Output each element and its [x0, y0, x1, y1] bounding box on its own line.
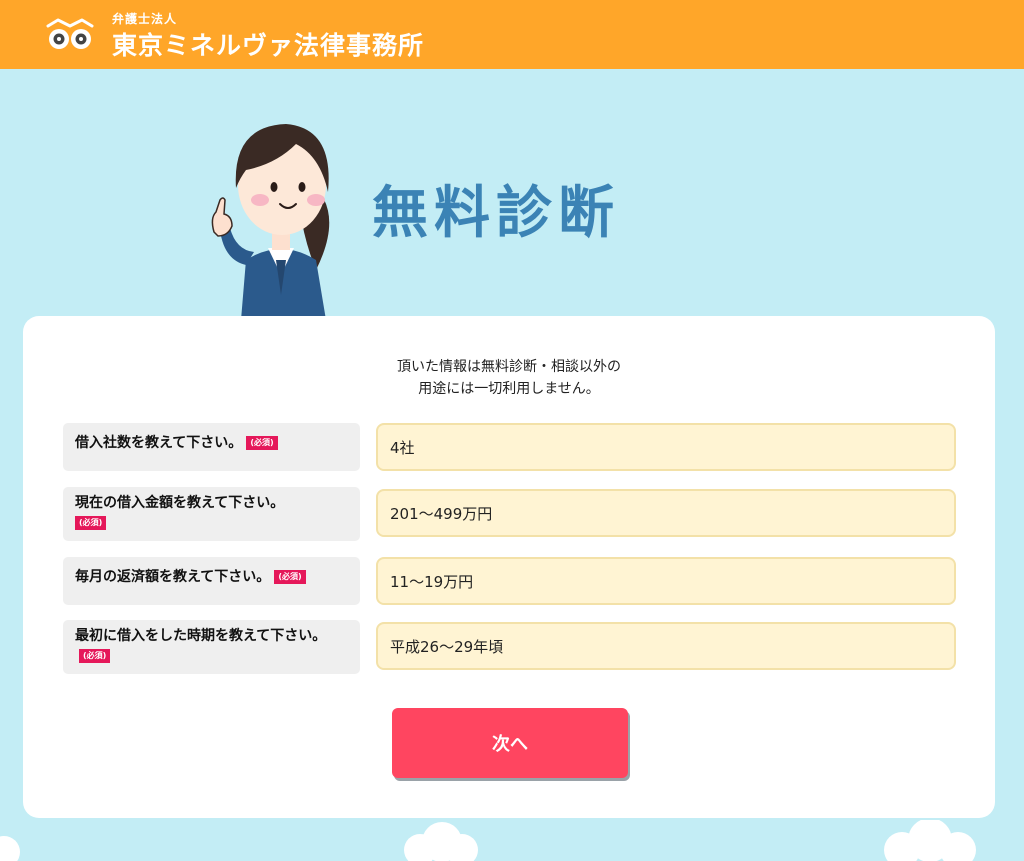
privacy-notice: 頂いた情報は無料診断・相談以外の 用途には一切利用しません。 [23, 356, 995, 400]
owl-eyes-icon [46, 18, 94, 49]
field-label-monthly-payment: 毎月の返済額を教えて下さい。 (必須) [63, 557, 360, 605]
logo-title[interactable]: 東京ミネルヴァ法律事務所 [112, 26, 424, 62]
field-value: 11～19万円 [390, 572, 474, 591]
field-label-text: 最初に借入をした時期を教えて下さい。 [75, 628, 327, 644]
field-value: 201～499万円 [390, 504, 493, 523]
field-label-loan-amount: 現在の借入金額を教えて下さい。 (必須) [63, 487, 360, 541]
field-value: 4社 [390, 438, 415, 457]
privacy-notice-line: 頂いた情報は無料診断・相談以外の [397, 359, 621, 375]
field-label-text: 借入社数を教えて下さい。 [75, 435, 243, 451]
page-title: 無料診断 [372, 181, 620, 246]
cloud-icon [884, 820, 976, 861]
woman-illustration [211, 124, 330, 320]
field-label-text: 毎月の返済額を教えて下さい。 [75, 569, 271, 585]
cloud-icon [0, 836, 20, 861]
field-label-first-loan-date: 最初に借入をした時期を教えて下さい。 (必須) [63, 620, 360, 674]
field-label-text: 現在の借入金額を教えて下さい。 [75, 495, 285, 511]
logo-subtitle: 弁護士法人 [112, 12, 178, 26]
field-value: 平成26～29年頃 [390, 637, 504, 656]
site-header: 弁護士法人 東京ミネルヴァ法律事務所 [0, 0, 1024, 69]
field-label-lender-count: 借入社数を教えて下さい。 (必須) [63, 423, 360, 471]
first-loan-date-select[interactable]: 平成26～29年頃 [376, 622, 956, 670]
next-button[interactable]: 次へ [392, 708, 628, 778]
privacy-notice-line: 用途には一切利用しません。 [418, 381, 600, 397]
cloud-icon [404, 822, 478, 861]
lender-count-select[interactable]: 4社 [376, 423, 956, 471]
required-badge: (必須) [246, 436, 278, 450]
required-badge: (必須) [79, 649, 111, 663]
diagnosis-form-card: 頂いた情報は無料診断・相談以外の 用途には一切利用しません。 借入社数を教えて下… [23, 316, 995, 818]
monthly-payment-select[interactable]: 11～19万円 [376, 557, 956, 605]
required-badge: (必須) [274, 570, 306, 584]
required-badge: (必須) [75, 516, 107, 530]
loan-amount-select[interactable]: 201～499万円 [376, 489, 956, 537]
